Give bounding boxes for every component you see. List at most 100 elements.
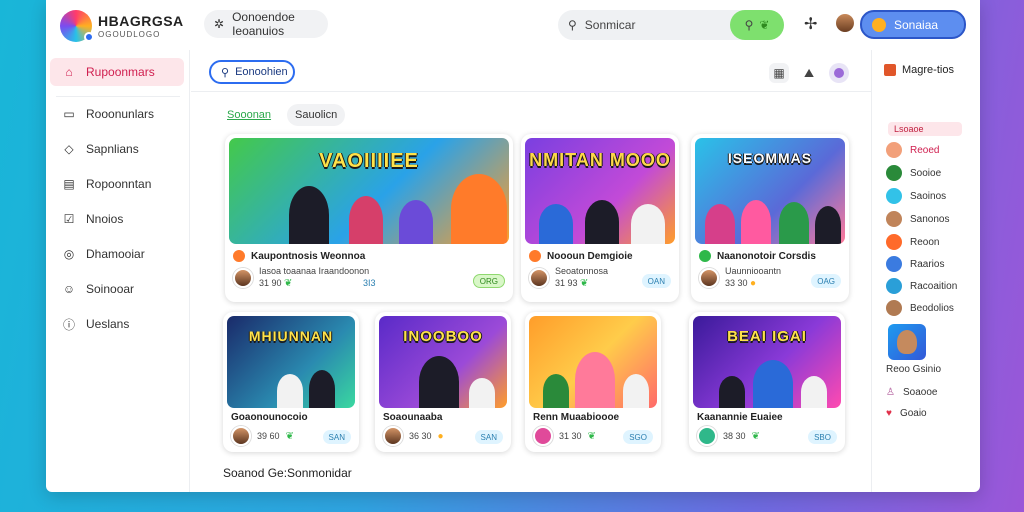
- sidebar-divider: [56, 96, 180, 97]
- video-card[interactable]: VAOIIIIEE Kaupontnosis Weonnoa Iasoa toa…: [225, 134, 513, 302]
- creator-avatar[interactable]: [231, 426, 251, 446]
- share-icon[interactable]: ✢: [804, 14, 817, 34]
- video-card[interactable]: MHIUNNAN Goaonounocoio 39 60 ❦ SAN: [223, 312, 359, 452]
- right-list-label: Sooioe: [910, 167, 942, 179]
- video-card[interactable]: INOOBOO Soaounaaba 36 30 ● SAN: [375, 312, 511, 452]
- right-list-label: Beodolios: [910, 302, 954, 314]
- card-badge: OAN: [641, 274, 671, 288]
- right-list-item[interactable]: Reoon: [886, 234, 939, 250]
- featured-sub-item[interactable]: ♙ Soaooe: [886, 387, 937, 398]
- person-figure: [719, 376, 745, 408]
- thumbnail-title: ISEOMMAS: [727, 150, 813, 166]
- sidebar-item-calendar[interactable]: ▤ Ropoonntan: [50, 170, 184, 198]
- card-thumbnail: BEAI IGAI: [693, 316, 841, 408]
- tab-popular[interactable]: Sauolicn: [287, 104, 346, 126]
- card-title-text: Goaonounocoio: [231, 412, 308, 423]
- logo-badge-icon: [84, 32, 94, 42]
- profile-icon[interactable]: [829, 63, 849, 83]
- card-title-text: Kaanannie Euaiee: [697, 412, 783, 423]
- right-list-label: Reoon: [910, 236, 940, 248]
- right-sidebar: Magre-tios Lsoaoe Reoed Sooioe Saoinos S…: [871, 50, 980, 492]
- leaf-icon: ❦: [580, 278, 589, 289]
- person-figure: [815, 206, 841, 244]
- creator-avatar[interactable]: [529, 267, 549, 288]
- creator-avatar[interactable]: [697, 426, 717, 446]
- card-badge: SAN: [474, 430, 503, 444]
- card-thumbnail: [529, 316, 657, 408]
- leaf-icon: ❦: [284, 278, 293, 289]
- video-card[interactable]: ISEOMMAS Naanonotoir Corsdis Uaunniooant…: [691, 134, 849, 302]
- channel-icon: [233, 250, 245, 262]
- tab-featured[interactable]: Sooonan: [219, 104, 279, 126]
- sidebar-item-smile[interactable]: ☺ Soinooar: [50, 275, 184, 303]
- video-card[interactable]: Renn Muaabioooe 31 30 ❦ SGO: [525, 312, 661, 452]
- right-sidebar-tag[interactable]: Lsoaoe: [888, 122, 962, 136]
- card-title: Renn Muaabioooe: [533, 412, 619, 423]
- left-sidebar: ⌂ Rupoonmars ▭ Rooonunlars ◇ Sapnlians ▤…: [46, 50, 190, 492]
- sidebar-item-check[interactable]: ☑ Nnoios: [50, 205, 184, 233]
- card-badge: OAG: [811, 274, 841, 288]
- creator-avatar[interactable]: [533, 426, 553, 446]
- person-figure: [469, 378, 495, 408]
- user-avatar[interactable]: [836, 14, 854, 32]
- avatar: [886, 256, 902, 272]
- creator-avatar[interactable]: [383, 426, 403, 446]
- card-meta: Seoatonnosa 31 93 ❦: [529, 266, 608, 289]
- right-list-item[interactable]: Racoaition: [886, 278, 957, 294]
- card-title: Naanonotoir Corsdis: [699, 250, 816, 262]
- heart-icon: ♥: [886, 408, 892, 419]
- creator-avatar[interactable]: [233, 267, 253, 288]
- sidebar-item-home[interactable]: ⌂ Rupoonmars: [50, 58, 184, 86]
- person-figure: [631, 204, 665, 244]
- search-input[interactable]: Sonmicar: [585, 18, 636, 32]
- right-sidebar-title: Magre-tios: [902, 64, 954, 76]
- card-meta: Iasoa toaanaa Iraandoonon 31 90 ❦: [233, 266, 369, 289]
- sidebar-item-info[interactable]: ⓘ Ueslans: [50, 310, 184, 338]
- thumbnail-title: MHIUNNAN: [248, 328, 334, 344]
- card-meta: 38 30 ❦: [697, 426, 760, 446]
- right-list-item[interactable]: Sooioe: [886, 165, 941, 181]
- sidebar-item-inbox[interactable]: ▭ Rooonunlars: [50, 100, 184, 128]
- creator-avatar[interactable]: [699, 267, 719, 288]
- search-submit-button[interactable]: ⚲ ❦: [730, 10, 784, 40]
- check-icon: ☑: [63, 212, 75, 226]
- featured-sub-item[interactable]: ♥ Goaio: [886, 408, 927, 419]
- calendar-icon[interactable]: ▦: [769, 63, 789, 83]
- right-list-label: Raarios: [910, 258, 945, 270]
- right-list-item[interactable]: Beodolios: [886, 300, 954, 316]
- right-list-item[interactable]: Reoed: [886, 142, 939, 158]
- card-title-text: Soaounaaba: [383, 412, 443, 423]
- brand-logo[interactable]: [60, 10, 94, 42]
- right-list-item[interactable]: Raarios: [886, 256, 944, 272]
- mountain-icon[interactable]: ⛰: [799, 63, 819, 83]
- nav-category-pill[interactable]: ✲ Oonoendoe Ieoanuios: [204, 10, 328, 38]
- content-tabs: Sooonan Sauolicn: [219, 104, 346, 126]
- video-card[interactable]: NMITAN MOOO Noooun Demgioie Seoatonnosa …: [521, 134, 679, 302]
- person-figure: [349, 196, 383, 244]
- sidebar-item-diamond[interactable]: ◇ Sapnlians: [50, 135, 184, 163]
- person-figure: [705, 204, 735, 244]
- primary-cta-button[interactable]: Sonaiaa: [860, 10, 966, 39]
- card-subtitle: Uaunniooantn: [725, 266, 782, 276]
- card-meta: 36 30 ●: [383, 426, 444, 446]
- sidebar-item-label: Rooonunlars: [86, 107, 155, 121]
- card-stats: 36 30: [409, 431, 432, 441]
- card-title: Soaounaaba: [383, 412, 442, 423]
- filter-button[interactable]: ⚲ Eonoohien: [209, 60, 295, 84]
- video-card[interactable]: BEAI IGAI Kaanannie Euaiee 38 30 ❦ SBO: [689, 312, 845, 452]
- card-stats: 31 90: [259, 278, 282, 288]
- right-list-item[interactable]: Saoinos: [886, 188, 946, 204]
- card-title: Kaanannie Euaiee: [697, 412, 783, 423]
- card-badge: SBO: [808, 430, 837, 444]
- search-bar[interactable]: ⚲ Sonmicar ⚲ ❦: [558, 10, 784, 40]
- right-list-item[interactable]: Sanonos: [886, 211, 949, 227]
- sidebar-item-circle[interactable]: ◎ Dhamooiar: [50, 240, 184, 268]
- card-title-text: Noooun Demgioie: [547, 250, 633, 262]
- card-subtitle: Seoatonnosa: [555, 266, 609, 276]
- sidebar-item-label: Ueslans: [86, 317, 130, 331]
- person-figure: [309, 370, 335, 408]
- right-list-label: Saoinos: [910, 190, 947, 202]
- featured-creator-name[interactable]: Reoo Gsinio: [886, 364, 941, 375]
- person-figure: [277, 374, 303, 408]
- featured-creator-avatar[interactable]: [888, 324, 926, 360]
